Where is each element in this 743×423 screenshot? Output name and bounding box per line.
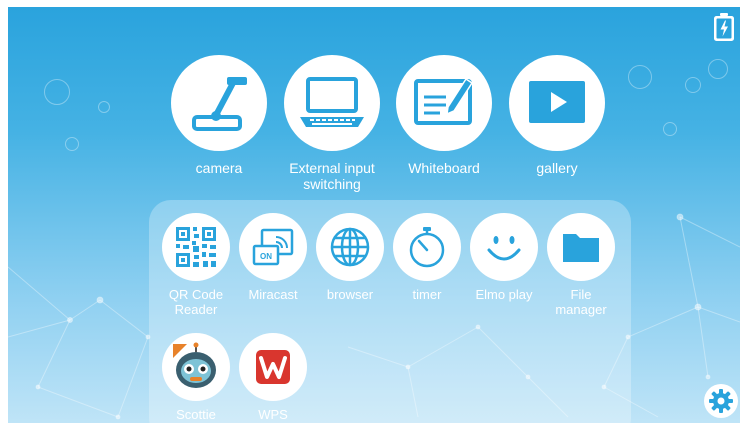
- app-label: gallery: [536, 160, 578, 176]
- app-scottie[interactable]: Scottie: [157, 333, 235, 422]
- app-label: Scottie: [176, 407, 216, 422]
- laptop-icon: [300, 77, 364, 127]
- globe-icon: [330, 227, 370, 267]
- app-label: Miracast: [248, 287, 298, 302]
- launcher-screen: camera External input switching Whiteboa…: [8, 7, 740, 423]
- settings-button[interactable]: [704, 384, 738, 418]
- app-label: timer: [412, 287, 442, 302]
- app-gallery[interactable]: gallery: [497, 55, 617, 176]
- cast-icon: ON: [252, 228, 294, 266]
- battery-charging-icon: [714, 13, 734, 41]
- smiley-icon: [487, 236, 521, 261]
- app-browser[interactable]: browser: [311, 213, 389, 302]
- app-label: External input switching: [289, 160, 375, 192]
- app-label: File manager: [555, 287, 607, 317]
- stopwatch-icon: [409, 227, 445, 268]
- app-timer[interactable]: timer: [388, 213, 466, 302]
- app-elmo-play[interactable]: Elmo play: [465, 213, 543, 302]
- app-label: Elmo play: [475, 287, 533, 302]
- app-camera[interactable]: camera: [159, 55, 279, 176]
- app-wps[interactable]: WPS: [234, 333, 312, 422]
- gear-icon: [709, 389, 733, 413]
- robot-icon: [173, 342, 216, 388]
- app-label: browser: [326, 287, 374, 302]
- document-camera-icon: [192, 77, 247, 131]
- app-label: QR Code Reader: [168, 287, 224, 317]
- whiteboard-pen-icon: [414, 77, 474, 125]
- svg-text:ON: ON: [260, 252, 272, 261]
- qr-code-icon: [176, 227, 216, 267]
- app-whiteboard[interactable]: Whiteboard: [384, 55, 504, 176]
- folder-icon: [563, 234, 599, 262]
- app-qr-code-reader[interactable]: QR Code Reader: [157, 213, 235, 317]
- wps-icon: [256, 350, 290, 384]
- app-label: camera: [195, 160, 243, 176]
- app-external-input[interactable]: External input switching: [272, 55, 392, 192]
- app-label: WPS: [258, 407, 288, 422]
- app-label: Whiteboard: [408, 160, 480, 176]
- app-file-manager[interactable]: File manager: [542, 213, 620, 317]
- play-icon: [529, 81, 585, 123]
- app-miracast[interactable]: ON Miracast: [234, 213, 312, 302]
